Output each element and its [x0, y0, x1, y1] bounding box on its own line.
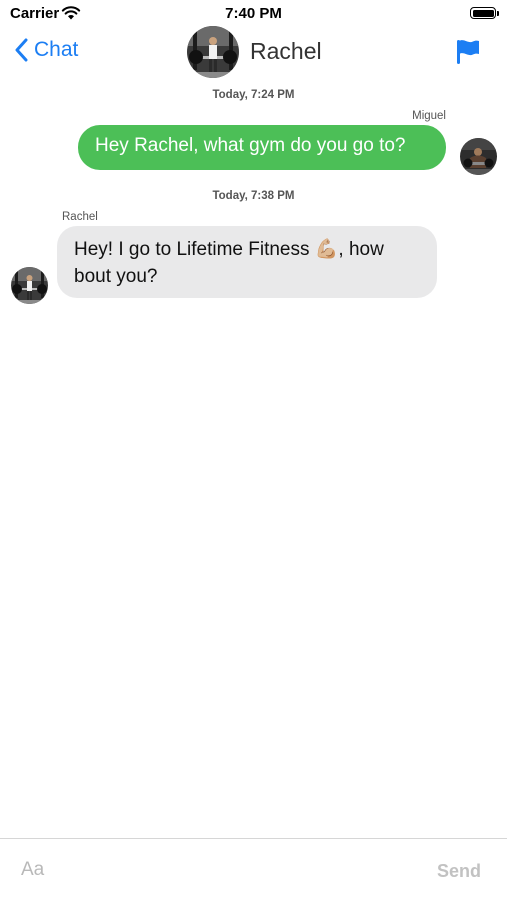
back-label: Chat [34, 38, 79, 61]
battery-icon [470, 7, 496, 19]
message-input[interactable]: Aa [21, 859, 44, 881]
contact-avatar[interactable] [187, 26, 239, 78]
contact-avatar-small[interactable] [11, 267, 48, 304]
flag-icon [457, 40, 479, 64]
message-timestamp: Today, 7:38 PM [212, 190, 295, 202]
sender-name: Miguel [412, 110, 446, 122]
sender-name: Rachel [62, 211, 98, 223]
chevron-left-icon [15, 38, 28, 62]
flag-button[interactable] [455, 39, 481, 70]
message-timestamp: Today, 7:24 PM [212, 89, 295, 101]
incoming-message-bubble[interactable]: Hey! I go to Lifetime Fitness 💪🏼, how bo… [57, 226, 437, 298]
clock: 7:40 PM [225, 5, 282, 22]
contact-name: Rachel [250, 38, 322, 64]
navigation-bar: Chat Rachel [0, 22, 507, 82]
message-composer: Aa Send [0, 838, 507, 901]
my-avatar[interactable] [460, 138, 497, 175]
outgoing-message-bubble[interactable]: Hey Rachel, what gym do you go to? [78, 125, 446, 170]
battery-nub [497, 11, 499, 16]
back-button[interactable]: Chat [14, 38, 78, 62]
send-button[interactable]: Send [437, 861, 481, 882]
